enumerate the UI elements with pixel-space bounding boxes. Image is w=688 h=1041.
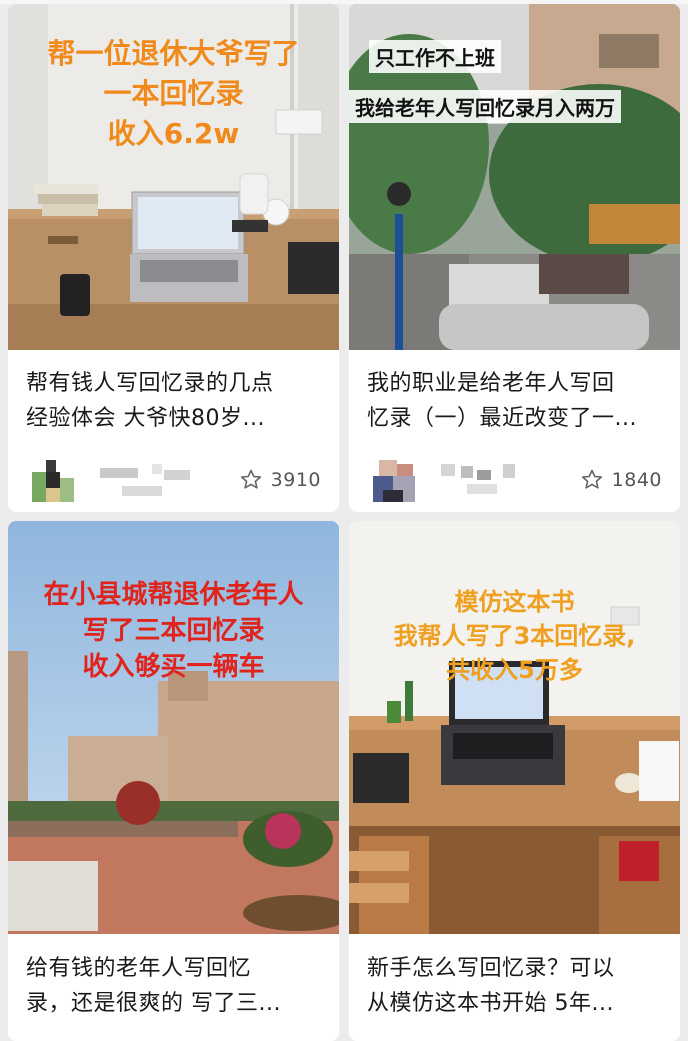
cover-image: 帮一位退休大爷写了 一本回忆录 收入6.2w xyxy=(8,4,339,350)
cover-text-line: 写了三本回忆录 xyxy=(82,616,265,646)
note-meta: 1840 xyxy=(369,458,666,504)
note-card[interactable]: 只工作不上班 我给老年人写回忆录月入两万 我的职业是给老年人写回 忆录（一）最近… xyxy=(349,4,680,512)
cover-text-line: 我给老年人写回忆录月入两万 xyxy=(349,90,621,123)
cover-text-line: 收入6.2w xyxy=(107,117,240,150)
star-outline-icon xyxy=(581,469,602,489)
like-count: 3910 xyxy=(270,469,321,491)
title-line: 忆录（一）最近改变了一... xyxy=(367,406,637,431)
cover-text: 在小县城帮退休老年人 写了三本回忆录 收入够买一辆车 xyxy=(8,577,339,685)
like-count: 1840 xyxy=(611,469,662,491)
note-card[interactable]: 模仿这本书 我帮人写了3本回忆录, 共收入5万多 新手怎么写回忆录？可以 从模仿… xyxy=(349,521,680,1041)
cover-image: 只工作不上班 我给老年人写回忆录月入两万 xyxy=(349,4,680,350)
author-name[interactable] xyxy=(441,464,551,496)
cover-text-line: 共收入5万多 xyxy=(446,656,583,684)
author-avatar[interactable] xyxy=(373,460,415,502)
cover-text-line: 帮一位退休大爷写了 xyxy=(47,37,300,70)
note-meta: 3910 xyxy=(28,458,325,504)
cover-text-line: 收入够买一辆车 xyxy=(82,652,265,682)
like-button[interactable]: 3910 xyxy=(239,464,321,496)
cover-text: 模仿这本书 我帮人写了3本回忆录, 共收入5万多 xyxy=(349,585,680,687)
cover-text-line: 只工作不上班 xyxy=(369,40,501,73)
title-line: 新手怎么写回忆录？可以 xyxy=(367,956,615,981)
author-name[interactable] xyxy=(100,464,210,496)
cover-text-line: 我帮人写了3本回忆录, xyxy=(393,622,636,650)
star-outline-icon xyxy=(240,469,261,489)
note-title[interactable]: 给有钱的老年人写回忆 录，还是很爽的 写了三... xyxy=(26,951,325,1021)
title-line: 给有钱的老年人写回忆 xyxy=(26,956,252,981)
note-title[interactable]: 帮有钱人写回忆录的几点 经验体会 大爷快80岁... xyxy=(26,366,325,436)
title-line: 从模仿这本书开始 5年... xyxy=(367,991,614,1016)
cover-text-line: 模仿这本书 xyxy=(454,588,575,616)
note-card[interactable]: 帮一位退休大爷写了 一本回忆录 收入6.2w 帮有钱人写回忆录的几点 经验体会 … xyxy=(8,4,339,512)
title-line: 录，还是很爽的 写了三... xyxy=(26,991,281,1016)
note-title[interactable]: 我的职业是给老年人写回 忆录（一）最近改变了一... xyxy=(367,366,666,436)
note-title[interactable]: 新手怎么写回忆录？可以 从模仿这本书开始 5年... xyxy=(367,951,666,1021)
title-line: 帮有钱人写回忆录的几点 xyxy=(26,371,274,396)
like-button[interactable]: 1840 xyxy=(580,464,662,496)
cover-text: 帮一位退休大爷写了 一本回忆录 收入6.2w xyxy=(8,34,339,154)
title-line: 我的职业是给老年人写回 xyxy=(367,371,615,396)
note-card[interactable]: 在小县城帮退休老年人 写了三本回忆录 收入够买一辆车 给有钱的老年人写回忆 录，… xyxy=(8,521,339,1041)
cover-image: 模仿这本书 我帮人写了3本回忆录, 共收入5万多 xyxy=(349,521,680,934)
author-avatar[interactable] xyxy=(32,460,74,502)
cover-image: 在小县城帮退休老年人 写了三本回忆录 收入够买一辆车 xyxy=(8,521,339,934)
cover-text-line: 一本回忆录 xyxy=(103,77,244,110)
cover-text-line: 在小县城帮退休老年人 xyxy=(43,580,304,610)
title-line: 经验体会 大爷快80岁... xyxy=(26,406,265,431)
